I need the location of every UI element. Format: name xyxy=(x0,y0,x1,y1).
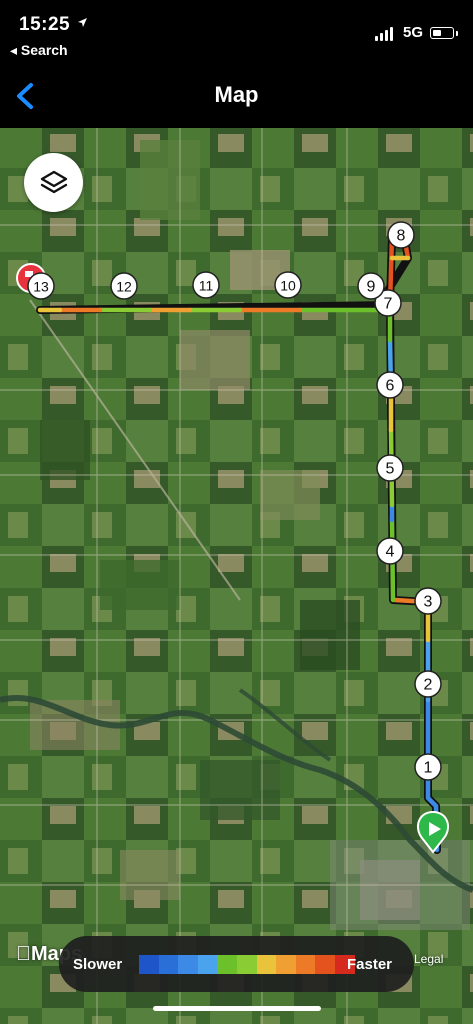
legend-color-scale xyxy=(139,955,355,974)
km-marker-label: 7 xyxy=(384,296,393,313)
km-marker-label: 11 xyxy=(199,278,214,294)
km-marker-label: 12 xyxy=(116,279,132,295)
status-time: 15:25 xyxy=(19,14,71,35)
legend-color-swatch xyxy=(197,955,218,974)
km-marker-label: 1 xyxy=(424,760,433,777)
km-marker-4[interactable]: 4 xyxy=(376,537,404,565)
legend-color-swatch xyxy=(256,955,277,974)
km-marker-label: 10 xyxy=(280,278,296,294)
battery-icon xyxy=(430,27,454,39)
legend-color-swatch xyxy=(315,955,335,974)
location-arrow-icon xyxy=(78,18,87,27)
status-bar: 15:25 ◂ Search 5G xyxy=(0,0,473,62)
apple-logo-icon:  xyxy=(16,943,31,965)
legend-color-swatch xyxy=(217,955,237,974)
km-marker-1[interactable]: 1 xyxy=(414,753,442,781)
km-marker-12[interactable]: 12 xyxy=(110,272,138,300)
layers-icon xyxy=(40,170,67,193)
km-marker-9[interactable]: 9 xyxy=(357,272,385,300)
legend-color-swatch xyxy=(158,955,179,974)
map-view[interactable]: 12345678910111213 Maps Legal Slower Fas… xyxy=(0,128,473,1024)
km-marker-3[interactable]: 3 xyxy=(414,587,442,615)
network-label: 5G xyxy=(403,24,424,41)
back-to-app-link[interactable]: ◂ Search xyxy=(10,42,68,59)
km-marker-label: 5 xyxy=(386,461,395,478)
km-marker-label: 2 xyxy=(424,677,433,694)
satellite-map[interactable]: 12345678910111213 xyxy=(0,128,473,1024)
km-marker-6[interactable]: 6 xyxy=(376,371,404,399)
page-title: Map xyxy=(214,82,259,107)
km-marker-label: 8 xyxy=(397,228,406,245)
signal-icon xyxy=(375,27,393,41)
km-marker-label: 3 xyxy=(424,594,433,611)
legal-link[interactable]: Legal xyxy=(414,952,443,966)
km-marker-label: 4 xyxy=(386,544,395,561)
km-marker-10[interactable]: 10 xyxy=(274,271,302,299)
legend-color-swatch xyxy=(236,955,257,974)
nav-bar: Map xyxy=(0,62,473,129)
battery-cap xyxy=(456,31,458,36)
km-marker-5[interactable]: 5 xyxy=(376,454,404,482)
km-marker-2[interactable]: 2 xyxy=(414,670,442,698)
km-marker-label: 9 xyxy=(367,279,376,296)
legend-color-swatch xyxy=(295,955,316,974)
km-marker-13[interactable]: 13 xyxy=(27,272,55,300)
km-marker-11[interactable]: 11 xyxy=(192,271,220,299)
legend-color-swatch xyxy=(178,955,198,974)
map-layers-button[interactable] xyxy=(24,153,83,212)
home-indicator[interactable] xyxy=(153,1006,321,1011)
legend-color-swatch xyxy=(139,955,159,974)
km-marker-label: 6 xyxy=(386,378,395,395)
km-marker-label: 13 xyxy=(33,279,49,295)
speed-legend: Slower Faster xyxy=(59,936,414,992)
legend-slower-label: Slower xyxy=(73,956,123,973)
legend-faster-label: Faster xyxy=(347,956,393,973)
legend-color-swatch xyxy=(276,955,296,974)
km-marker-8[interactable]: 8 xyxy=(387,221,415,249)
